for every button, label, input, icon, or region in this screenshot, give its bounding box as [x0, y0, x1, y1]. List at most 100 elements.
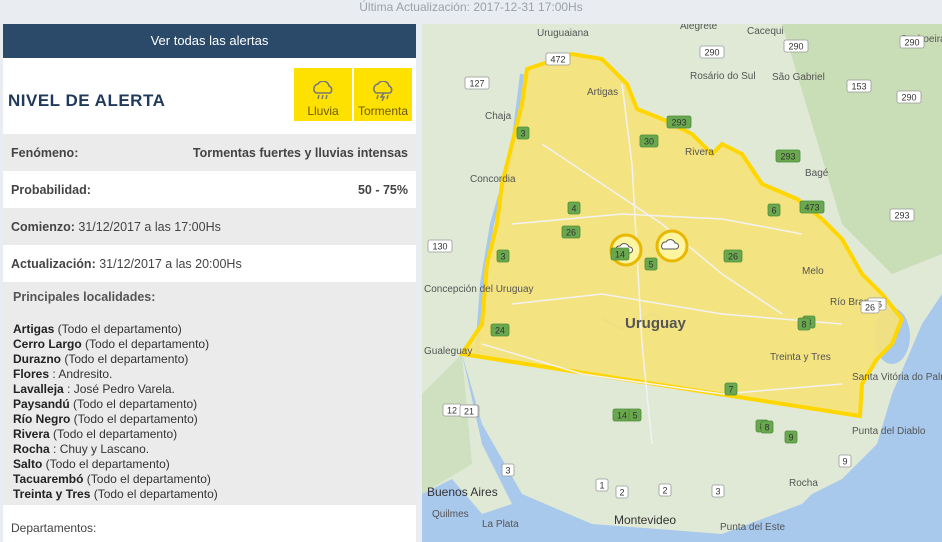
alert-level-title: NIVEL DE ALERTA [8, 91, 166, 110]
route-shield: 26 [860, 300, 880, 314]
city-santa-vitoria: Santa Vitória do Palmar [852, 372, 942, 383]
route-shield: 290 [896, 90, 922, 104]
locality-item: Cerro Largo (Todo el departamento) [13, 337, 406, 352]
city-chaja: Chaja [485, 111, 512, 122]
route-number: 127 [469, 79, 484, 89]
route-number: 26 [865, 303, 875, 313]
route-shield: 5 [644, 257, 658, 271]
route-number: 26 [566, 228, 576, 238]
phenomenon-value: Tormentas fuertes y lluvias intensas [192, 145, 408, 160]
route-shield: 127 [464, 76, 490, 90]
route-shield: 293 [666, 115, 692, 129]
route-shield: 26 [561, 225, 581, 239]
route-shield: 14 [610, 247, 630, 261]
route-number: 2 [662, 486, 667, 496]
locality-name: Salto [13, 457, 43, 471]
alert-map[interactable]: Uruguaiana Alegrete Cacequi Rosário do S… [422, 24, 942, 542]
locality-item: Artigas (Todo el departamento) [13, 322, 406, 337]
locality-item: Rivera (Todo el departamento) [13, 427, 406, 442]
city-concepcion: Concepción del Uruguay [424, 284, 534, 295]
locality-name: Paysandú [13, 397, 70, 411]
locality-name: Río Negro [13, 412, 71, 426]
city-rivera: Rivera [685, 147, 714, 158]
city-melo: Melo [802, 266, 824, 277]
country-label-uruguay: Uruguay [625, 315, 687, 332]
departments-label: Departamentos: [11, 521, 97, 535]
rain-alert-badge[interactable]: Lluvia [294, 68, 352, 121]
localities-title: Principales localidades: [13, 290, 156, 304]
city-buenos-aires: Buenos Aires [427, 485, 498, 499]
locality-item: Tacuarembó (Todo el departamento) [13, 472, 406, 487]
locality-detail: (Todo el departamento) [90, 487, 218, 501]
route-shield: 293 [889, 208, 915, 222]
route-number: 30 [644, 137, 654, 147]
route-shield: 3 [496, 249, 510, 263]
route-shield: 6 [767, 203, 781, 217]
route-number: 290 [704, 48, 719, 58]
update-label: Actualización: [11, 256, 96, 271]
localities-list: Artigas (Todo el departamento) Cerro Larg… [13, 322, 406, 502]
probability-label: Probabilidad: [11, 182, 91, 197]
route-number: 12 [447, 406, 457, 416]
locality-name: Rocha [13, 442, 50, 456]
locality-detail: (Todo el departamento) [61, 352, 189, 366]
route-shield: 3 [516, 126, 530, 140]
last-update-text: Última Actualización: 2017-12-31 17:00Hs [359, 0, 583, 14]
route-shield: 24 [490, 323, 510, 337]
route-number: 26 [728, 252, 738, 262]
route-number: 293 [780, 152, 795, 162]
update-value: 31/12/2017 a las 20:00Hs [99, 256, 242, 271]
storm-cloud-icon [373, 81, 393, 101]
route-number: 3 [520, 129, 525, 139]
city-sao-gabriel: São Gabriel [772, 72, 825, 83]
route-number: 5 [648, 260, 653, 270]
route-number: 290 [788, 42, 803, 52]
locality-item: Lavalleja : José Pedro Varela. [13, 382, 406, 397]
view-all-alerts-button[interactable]: Ver todas las alertas [3, 24, 416, 58]
locality-detail: (Todo el departamento) [70, 412, 198, 426]
city-quilmes: Quilmes [432, 509, 469, 520]
probability-row: Probabilidad: 50 - 75% [3, 171, 416, 208]
route-number: 2 [619, 488, 624, 498]
locality-name: Flores [13, 367, 50, 381]
route-number: 9 [788, 433, 793, 443]
route-number: 3 [500, 252, 505, 262]
route-shield: 4 [567, 201, 581, 215]
city-alegrete: Alegrete [680, 24, 718, 32]
update-row: Actualización: 31/12/2017 a las 20:00Hs [3, 245, 416, 282]
route-shield: 290 [783, 39, 809, 53]
route-number: 293 [671, 118, 686, 128]
route-number: 3 [715, 487, 720, 497]
locality-name: Cerro Largo [13, 337, 82, 351]
route-number: 1 [599, 481, 604, 491]
locality-name: Lavalleja [13, 382, 64, 396]
route-shield: 473 [799, 200, 825, 214]
city-concordia: Concordia [470, 174, 516, 185]
locality-name: Treinta y Tres [13, 487, 91, 501]
locality-name: Rivera [13, 427, 50, 441]
start-value: 31/12/2017 a las 17:00Hs [78, 219, 221, 234]
route-number: 293 [894, 211, 909, 221]
route-shield: 12 [442, 403, 462, 417]
route-number: 7 [728, 385, 733, 395]
route-number: 21 [464, 407, 474, 417]
start-label: Comienzo: [11, 219, 75, 234]
map-canvas[interactable]: Uruguaiana Alegrete Cacequi Rosário do S… [422, 24, 942, 542]
route-shield: 7 [724, 382, 738, 396]
route-number: 130 [432, 242, 447, 252]
locality-name: Artigas [13, 322, 55, 336]
locality-item: Salto (Todo el departamento) [13, 457, 406, 472]
locality-item: Río Negro (Todo el departamento) [13, 412, 406, 427]
storm-marker[interactable] [655, 229, 689, 263]
route-number: 290 [901, 93, 916, 103]
city-punta-este: Punta del Este [720, 522, 785, 533]
route-number: 8 [764, 423, 769, 433]
locality-detail: : José Pedro Varela. [63, 382, 175, 396]
route-shield: 9 [784, 430, 798, 444]
route-shield: 472 [545, 52, 571, 66]
storm-alert-badge[interactable]: Tormenta [354, 68, 412, 121]
route-number: 4 [571, 204, 576, 214]
route-number: 9 [842, 457, 847, 467]
locality-detail: (Todo el departamento) [83, 472, 211, 486]
route-shield: 5 [628, 408, 642, 422]
